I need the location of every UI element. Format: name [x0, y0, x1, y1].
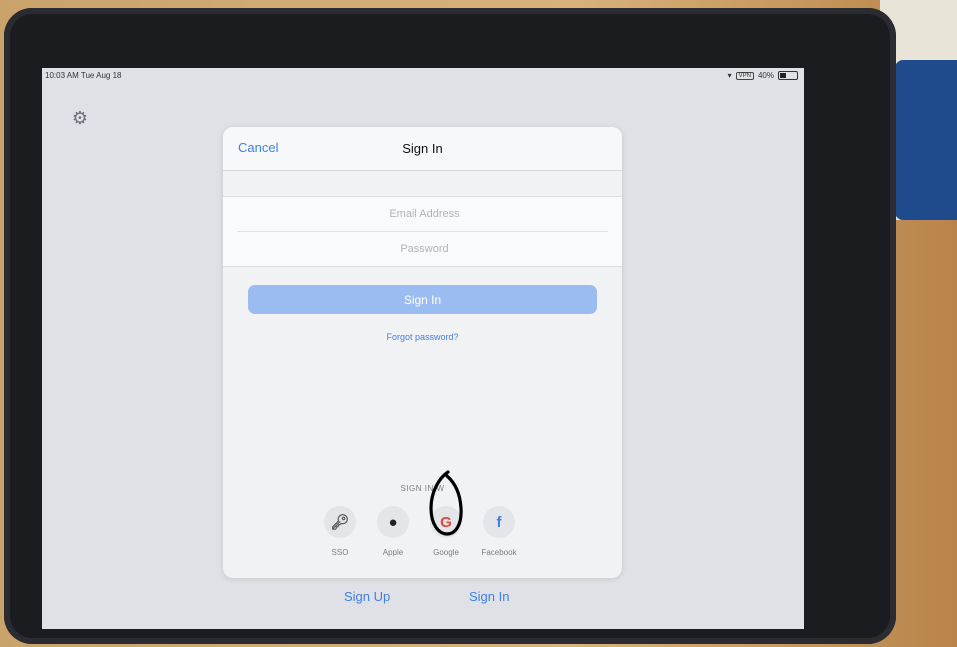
tablet-case: 10:03 AM Tue Aug 18 ▾ VPN 40% ⚙ Cancel S… [4, 8, 896, 644]
social-login-row: 🔑︎ SSO ● Apple G Google f Facebook [323, 506, 517, 557]
apple-icon[interactable]: ● [377, 506, 409, 538]
google-icon[interactable]: G [430, 506, 462, 538]
wifi-icon: ▾ [727, 71, 732, 80]
battery-icon [778, 71, 798, 80]
sso-login-option[interactable]: 🔑︎ SSO [323, 506, 357, 557]
status-right-group: ▾ VPN 40% [728, 71, 798, 80]
status-bar: 10:03 AM Tue Aug 18 ▾ VPN 40% [42, 68, 804, 84]
vpn-badge: VPN [735, 71, 754, 80]
blue-chair [895, 60, 957, 220]
forgot-password-link[interactable]: Forgot password? [223, 332, 622, 342]
sign-up-link[interactable]: Sign Up [344, 589, 390, 604]
sign-in-modal: Cancel Sign In Sign In Forgot password? … [223, 127, 622, 578]
apple-login-option[interactable]: ● Apple [376, 506, 410, 557]
settings-gear-icon[interactable]: ⚙ [70, 108, 90, 128]
battery-level-fill [780, 73, 787, 78]
password-field[interactable] [223, 232, 622, 266]
battery-percent: 40% [757, 71, 774, 80]
sign-in-button[interactable]: Sign In [248, 285, 597, 314]
facebook-label: Facebook [481, 548, 517, 557]
credentials-fields [223, 196, 622, 267]
google-login-option[interactable]: G Google [429, 506, 463, 557]
key-icon[interactable]: 🔑︎ [324, 506, 356, 538]
facebook-login-option[interactable]: f Facebook [481, 506, 517, 557]
modal-title: Sign In [402, 141, 443, 156]
sign-in-with-label: SIGN IN W [400, 484, 445, 493]
status-time-date: 10:03 AM Tue Aug 18 [45, 71, 122, 80]
tablet-screen: 10:03 AM Tue Aug 18 ▾ VPN 40% ⚙ Cancel S… [42, 68, 804, 629]
modal-header: Cancel Sign In [223, 127, 622, 171]
sso-label: SSO [331, 548, 349, 557]
google-label: Google [433, 548, 459, 557]
background-sign-in-link[interactable]: Sign In [469, 589, 509, 604]
email-field[interactable] [223, 197, 622, 231]
facebook-icon[interactable]: f [483, 506, 515, 538]
apple-label: Apple [382, 548, 404, 557]
